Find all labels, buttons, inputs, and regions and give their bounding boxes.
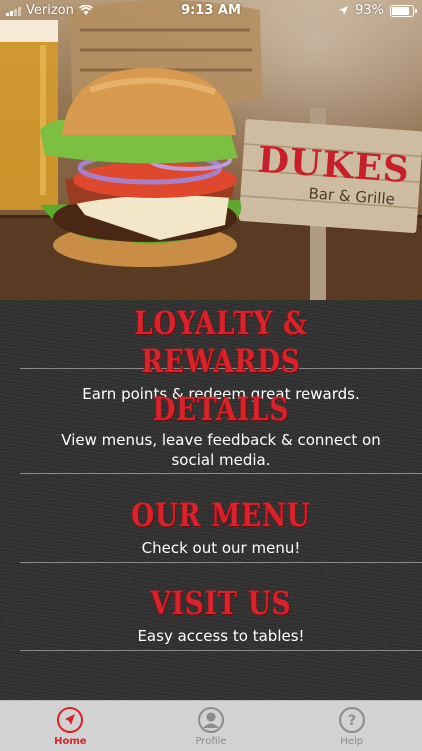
help-icon: ? — [338, 707, 365, 733]
tab-help[interactable]: ? Help — [281, 701, 422, 751]
tab-profile[interactable]: Profile — [141, 701, 282, 751]
tab-home[interactable]: Home — [0, 701, 141, 751]
menu-item-description: View menus, leave feedback & connect on … — [61, 431, 381, 469]
battery-percent: 93% — [355, 3, 384, 18]
home-menu: LOYALTY & REWARDS Earn points & redeem g… — [0, 300, 422, 700]
svg-text:?: ? — [348, 713, 356, 729]
menu-item-title: VISIT US — [150, 584, 292, 622]
location-services-icon — [339, 6, 349, 15]
hero-image: DUKES Bar & Grille — [0, 0, 422, 300]
menu-item-visit-us[interactable]: VISIT US Easy access to tables! — [20, 584, 422, 651]
menu-item-title: DETAILS — [152, 390, 290, 428]
menu-item-details[interactable]: DETAILS View menus, leave feedback & con… — [20, 390, 422, 474]
tab-bar: Home Profile ? Help — [0, 700, 422, 751]
dukes-sign: DUKES Bar & Grille — [242, 126, 422, 228]
tab-label: Home — [54, 736, 87, 747]
menu-item-title: LOYALTY & REWARDS — [134, 304, 308, 380]
location-arrow-icon — [57, 707, 84, 733]
menu-item-title: OUR MENU — [131, 496, 311, 534]
battery-icon — [390, 4, 417, 17]
menu-item-description: Check out our menu! — [141, 539, 301, 557]
menu-item-our-menu[interactable]: OUR MENU Check out our menu! — [20, 496, 422, 563]
menu-item-description: Easy access to tables! — [137, 627, 305, 645]
status-bar: Verizon 9:13 AM 93% — [0, 0, 422, 22]
tab-label: Help — [340, 736, 364, 747]
tab-label: Profile — [195, 736, 227, 747]
menu-item-loyalty-rewards[interactable]: LOYALTY & REWARDS Earn points & redeem g… — [20, 304, 422, 403]
profile-icon — [198, 707, 224, 733]
